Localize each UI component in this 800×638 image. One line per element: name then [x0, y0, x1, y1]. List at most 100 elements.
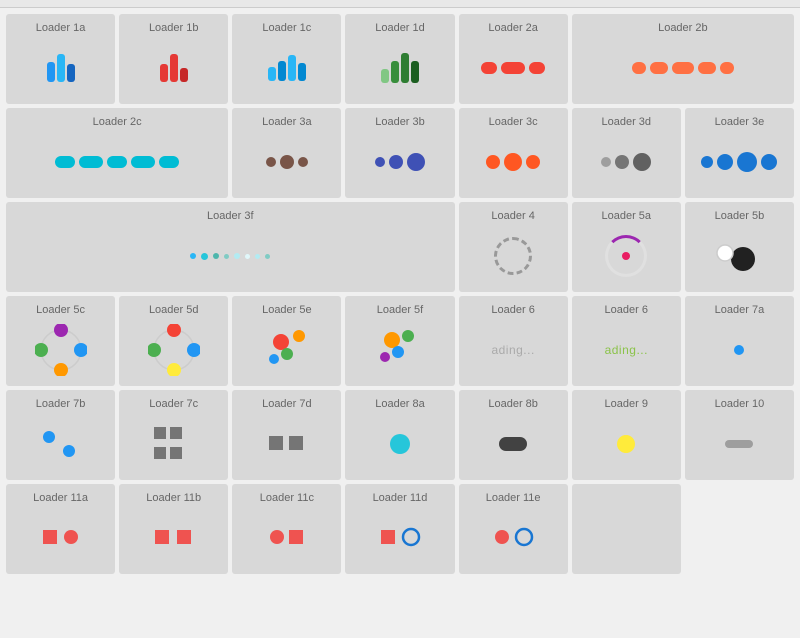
loader-visual-11d — [349, 510, 450, 566]
loader-visual-1d — [349, 40, 450, 96]
loader-label-3f: Loader 3f — [207, 210, 253, 222]
loader-label-8a: Loader 8a — [375, 398, 425, 410]
loader-label-1a: Loader 1a — [36, 22, 86, 34]
loader-visual-11c — [236, 510, 337, 566]
loader-visual-11b — [123, 510, 224, 566]
loader-cell-1c: Loader 1c — [232, 14, 341, 104]
loader-label-7c: Loader 7c — [149, 398, 198, 410]
loader-label-2a: Loader 2a — [488, 22, 538, 34]
loader-label-11c: Loader 11c — [260, 492, 314, 504]
loader-visual-7c — [123, 416, 224, 472]
loader-visual-5f — [349, 322, 450, 378]
loader-label-10: Loader 10 — [715, 398, 765, 410]
loader-label-11a: Loader 11a — [33, 492, 88, 504]
loader-cell-11d: Loader 11d — [345, 484, 454, 574]
top-bar — [0, 0, 800, 8]
loader-cell-2a: Loader 2a — [459, 14, 568, 104]
loader-label-11d: Loader 11d — [373, 492, 428, 504]
loader-cell-1a: Loader 1a — [6, 14, 115, 104]
loader-label-7b: Loader 7b — [36, 398, 86, 410]
loader-cell-2b: Loader 2b — [572, 14, 794, 104]
loader-visual-5e — [236, 322, 337, 378]
loader-visual-1b — [123, 40, 224, 96]
loader-label-3d: Loader 3d — [602, 116, 652, 128]
loader-label-5b: Loader 5b — [715, 210, 765, 222]
loader-label-9: Loader 9 — [605, 398, 648, 410]
loader-visual-6a: ading... — [463, 322, 564, 378]
loader-label-1b: Loader 1b — [149, 22, 199, 34]
loader-cell-5e: Loader 5e — [232, 296, 341, 386]
loader-label-3a: Loader 3a — [262, 116, 312, 128]
loader-visual-11e — [463, 510, 564, 566]
loader-visual-5d — [123, 322, 224, 378]
loader-visual-2b — [576, 40, 790, 96]
loader-label-5e: Loader 5e — [262, 304, 312, 316]
loader-visual-3e — [689, 134, 790, 190]
loader-grid: Loader 1a Loader 1b Loader 1c Loader 1d Load… — [0, 8, 800, 580]
loader-label-3c: Loader 3c — [489, 116, 538, 128]
loader-cell-4: Loader 4 — [459, 202, 568, 292]
loader-cell-5a: Loader 5a — [572, 202, 681, 292]
loader-cell-3d: Loader 3d — [572, 108, 681, 198]
loader-visual-11a — [10, 510, 111, 566]
loader-cell-8b: Loader 8b — [459, 390, 568, 480]
loader-visual-3c — [463, 134, 564, 190]
loader-label-11e: Loader 11e — [486, 492, 541, 504]
loader-cell-6b: Loader 6 ading... — [572, 296, 681, 386]
loader-visual-3d — [576, 134, 677, 190]
loader-visual-5b — [689, 228, 790, 284]
loader-visual-3b — [349, 134, 450, 190]
loader-cell-11a: Loader 11a — [6, 484, 115, 574]
loader-cell-6a: Loader 6 ading... — [459, 296, 568, 386]
loader-cell-10: Loader 10 — [685, 390, 794, 480]
loader-cell-5c: Loader 5c — [6, 296, 115, 386]
loader-visual-4 — [463, 228, 564, 284]
loader-label-3b: Loader 3b — [375, 116, 425, 128]
loader-visual-9 — [576, 416, 677, 472]
loader-visual-7a — [689, 322, 790, 378]
loader-visual-2c — [10, 134, 224, 190]
loader-label-1d: Loader 1d — [375, 22, 425, 34]
loader-cell-8a: Loader 8a — [345, 390, 454, 480]
loader-label-5f: Loader 5f — [377, 304, 423, 316]
loader-label-4: Loader 4 — [491, 210, 534, 222]
loader-cell-3a: Loader 3a — [232, 108, 341, 198]
loader-label-2c: Loader 2c — [93, 116, 142, 128]
loader-cell-5d: Loader 5d — [119, 296, 228, 386]
loader-cell-5b: Loader 5b — [685, 202, 794, 292]
loader-visual-8a — [349, 416, 450, 472]
loader-cell-3c: Loader 3c — [459, 108, 568, 198]
loader-label-6a: Loader 6 — [491, 304, 534, 316]
loader-label-7d: Loader 7d — [262, 398, 312, 410]
loader-label-8b: Loader 8b — [488, 398, 538, 410]
loader-label-5a: Loader 5a — [602, 210, 652, 222]
loader-visual-5a — [576, 228, 677, 284]
loader-visual-6b: ading... — [576, 322, 677, 378]
loader-visual-7d — [236, 416, 337, 472]
loader-label-6b: Loader 6 — [605, 304, 648, 316]
loader-cell-3b: Loader 3b — [345, 108, 454, 198]
loader-visual-3f — [10, 228, 451, 284]
loader-visual-1a — [10, 40, 111, 96]
loader-visual-1c — [236, 40, 337, 96]
loader-cell-5f: Loader 5f — [345, 296, 454, 386]
loader-cell-11b: Loader 11b — [119, 484, 228, 574]
loader-visual-8b — [463, 416, 564, 472]
loader-cell-7a: Loader 7a — [685, 296, 794, 386]
loader-cell-7d: Loader 7d — [232, 390, 341, 480]
loader-visual-3a — [236, 134, 337, 190]
loader-visual-7b — [10, 416, 111, 472]
loader-visual-2a — [463, 40, 564, 96]
loader-label-3e: Loader 3e — [715, 116, 765, 128]
loader-label-5d: Loader 5d — [149, 304, 199, 316]
loader-label-5c: Loader 5c — [36, 304, 85, 316]
empty-cell — [572, 484, 681, 574]
loader-cell-1d: Loader 1d — [345, 14, 454, 104]
loader-cell-2c: Loader 2c — [6, 108, 228, 198]
loader-visual-10 — [689, 416, 790, 472]
loader-cell-11c: Loader 11c — [232, 484, 341, 574]
loader-cell-7b: Loader 7b — [6, 390, 115, 480]
loader-cell-9: Loader 9 — [572, 390, 681, 480]
loader-cell-1b: Loader 1b — [119, 14, 228, 104]
loader-cell-3e: Loader 3e — [685, 108, 794, 198]
